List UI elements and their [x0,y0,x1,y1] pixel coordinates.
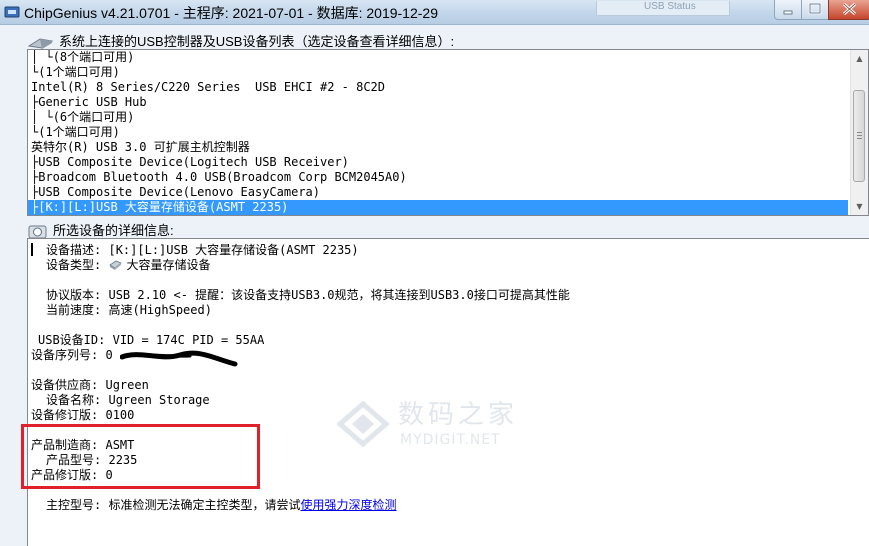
field-device-name: 设备名称: Ugreen Storage [46,393,210,408]
details-header-text: 所选设备的详细信息: [53,223,174,238]
watermark-main-text: 数码之家 [398,400,519,430]
watermark-logo-icon [336,400,390,448]
device-row[interactable]: │ └(6个端口可用) [28,110,848,125]
field-device-desc: 设备描述: [K:][L:]USB 大容量存储设备(ASMT 2235) [46,243,359,258]
scroll-up-arrow-icon[interactable]: ▲ [851,50,868,67]
device-row-label: [K:][L:]USB 大容量存储设备(ASMT 2235) [38,200,289,214]
window-title: ChipGenius v4.21.0701 - 主程序: 2021-07-01 … [24,5,438,21]
minimize-button[interactable] [774,0,802,20]
field-value: 高速(HighSpeed) [108,303,212,317]
device-row[interactable]: 英特尔(R) USB 3.0 可扩展主机控制器 [28,140,848,155]
highlight-box [21,424,260,489]
field-label: 设备序列号: [31,348,99,362]
device-row[interactable]: │ └(8个端口可用) [28,50,848,65]
field-label: 设备供应商: [31,378,99,392]
device-row-label: Intel(R) 8 Series/C220 Series USB EHCI #… [31,80,386,94]
device-row-label: (1个端口可用) [38,125,120,139]
device-list-header-text: 系统上连接的USB控制器及USB设备列表（选定设备查看详细信息）: [59,34,455,49]
device-row[interactable]: └(1个端口可用) [28,125,848,140]
tree-branch: │ └ [31,110,53,124]
device-row-label: (1个端口可用) [38,65,120,79]
field-label: 主控型号: [46,498,102,512]
device-row-label: USB Composite Device(Lenovo EasyCamera) [38,185,320,199]
field-value: 0 [105,348,113,362]
device-row-selected[interactable]: ├[K:][L:]USB 大容量存储设备(ASMT 2235) [28,200,848,215]
field-label: 设备修订版: [31,408,99,422]
device-row-label: Generic USB Hub [38,95,147,109]
device-list-header: 系统上连接的USB控制器及USB设备列表（选定设备查看详细信息）: [28,31,454,50]
device-row[interactable]: ├USB Composite Device(Logitech USB Recei… [28,155,848,170]
device-row-label: 英特尔(R) USB 3.0 可扩展主机控制器 [31,140,250,154]
field-value: 大容量存储设备 [126,258,211,272]
field-label: 设备名称: [46,393,102,407]
field-value: 标准检测无法确定主控类型，请尝试 [108,498,301,512]
device-list[interactable]: │ └(8个端口可用) └(1个端口可用) Intel(R) 8 Series/C2… [27,49,869,216]
vertical-scrollbar[interactable]: ▲ ▼ [850,50,868,215]
field-label: 当前速度: [46,303,102,317]
tree-branch: │ └ [31,50,53,64]
usb-plug-icon [28,38,54,49]
details-header: 所选设备的详细信息: [28,220,174,240]
field-label: USB设备ID: [38,333,106,347]
field-value: [K:][L:]USB 大容量存储设备(ASMT 2235) [108,243,359,257]
app-icon [4,6,20,18]
background-window-title: USB Status [644,1,696,12]
scroll-down-arrow-icon[interactable]: ▼ [851,198,868,215]
field-controller: 主控型号: 标准检测无法确定主控类型，请尝试使用强力深度检测 [46,498,397,513]
device-row[interactable]: Intel(R) 8 Series/C220 Series USB EHCI #… [28,80,848,95]
device-rows: │ └(8个端口可用) └(1个端口可用) Intel(R) 8 Series/C2… [28,50,848,215]
storage-device-icon [109,260,123,270]
field-device-rev: 设备修订版: 0100 [31,408,134,423]
field-value: Ugreen [105,378,149,392]
field-device-type: 设备类型: 大容量存储设备 [46,258,210,273]
device-row[interactable]: ├Broadcom Bluetooth 4.0 USB(Broadcom Cor… [28,170,848,185]
watermark: 数码之家 MYDIGIT.NET [334,392,534,456]
title-bar: ChipGenius v4.21.0701 - 主程序: 2021-07-01 … [0,0,869,25]
redaction-scribble [120,350,238,367]
minimize-icon [783,10,793,15]
watermark-sub-text: MYDIGIT.NET [400,432,501,448]
device-row[interactable]: └(1个端口可用) [28,65,848,80]
field-value: Ugreen Storage [108,393,210,407]
field-vendor: 设备供应商: Ugreen [31,378,149,393]
maximize-icon [808,2,822,15]
device-row-label: Broadcom Bluetooth 4.0 USB(Broadcom Corp… [38,170,407,184]
maximize-button[interactable] [801,0,829,20]
device-row-label: USB Composite Device(Logitech USB Receiv… [38,155,349,169]
close-button[interactable] [828,0,869,20]
close-icon [842,2,857,16]
text-cursor [31,243,33,256]
device-row[interactable]: ├Generic USB Hub [28,95,848,110]
field-label: 设备描述: [46,243,102,257]
device-row[interactable]: ├USB Composite Device(Lenovo EasyCamera) [28,185,848,200]
scroll-thumb[interactable] [853,90,865,182]
field-value: USB 2.10 <- 提醒：该设备支持USB3.0规范，将其连接到USB3.0… [108,288,570,302]
field-label: 协议版本: [46,288,102,302]
field-protocol: 协议版本: USB 2.10 <- 提醒：该设备支持USB3.0规范，将其连接到… [46,288,570,303]
field-label: 设备类型: [46,258,102,272]
device-row-label: (6个端口可用) [52,110,135,124]
field-value: 0100 [105,408,135,422]
device-row-label: (8个端口可用) [52,50,135,64]
deep-detect-link[interactable]: 使用强力深度检测 [300,498,396,512]
field-serial: 设备序列号: 0 [31,348,113,363]
field-speed: 当前速度: 高速(HighSpeed) [46,303,212,318]
